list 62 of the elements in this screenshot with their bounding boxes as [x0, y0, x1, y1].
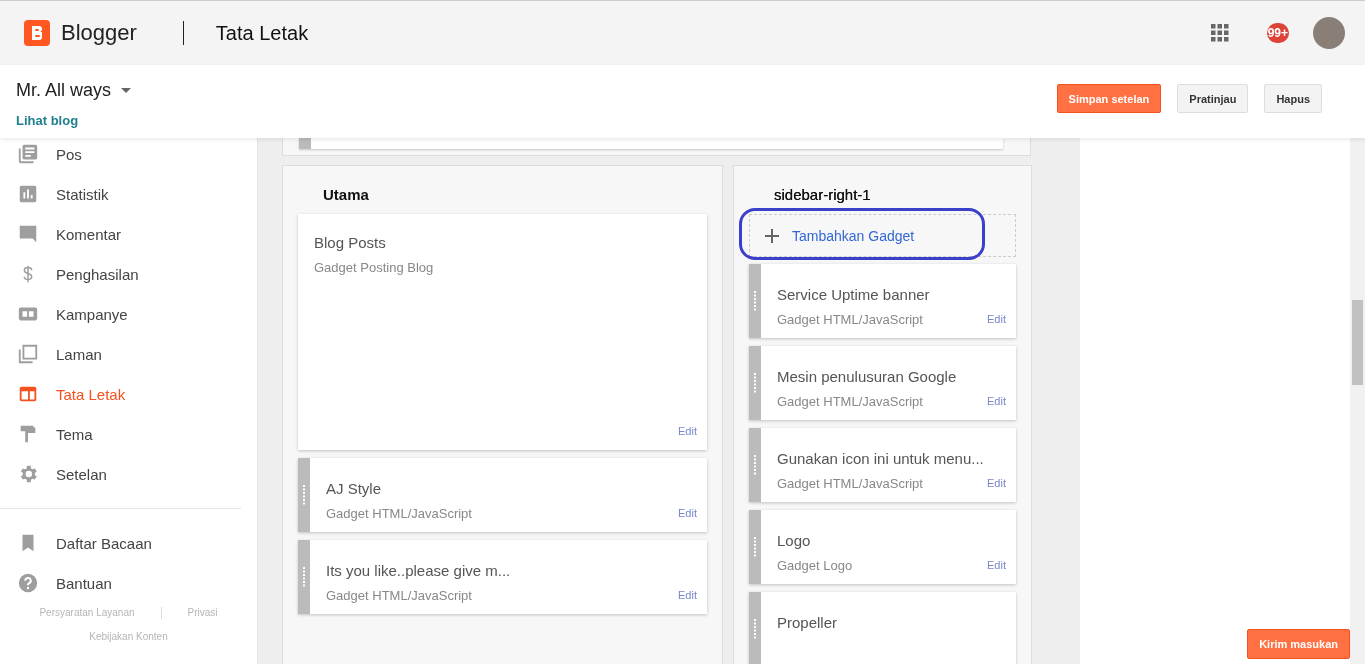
gadget-type: Gadget HTML/JavaScript: [326, 588, 472, 603]
drag-handle[interactable]: [298, 540, 310, 614]
view-blog-link[interactable]: Lihat blog: [16, 113, 132, 128]
blog-name[interactable]: Mr. All ways: [16, 80, 112, 101]
gadget-type: Gadget Logo: [777, 558, 853, 573]
gadget-title: Its you like..please give m...: [326, 562, 512, 579]
action-button[interactable]: Simpan setelan: [1056, 84, 1162, 113]
gadget-type: Gadget Posting Blog: [314, 260, 434, 275]
stats-icon: [17, 183, 39, 205]
gadget-type: Gadget HTML/JavaScript: [777, 312, 923, 327]
notification-badge[interactable]: 99+: [1266, 23, 1289, 43]
gadget-type: Gadget HTML/JavaScript: [777, 394, 923, 409]
drag-handle[interactable]: [749, 264, 761, 338]
section-title: sidebar-right-1: [774, 186, 872, 205]
nav-item[interactable]: Penghasilan: [0, 254, 257, 294]
plus-icon: [764, 227, 780, 244]
gadget-title: Service Uptime banner: [777, 286, 931, 303]
gadget-title: Gunakan icon ini untuk menu...: [777, 450, 985, 467]
section-title: Utama: [323, 186, 370, 205]
drag-handle[interactable]: [749, 592, 761, 664]
gadget-title: AJ Style: [326, 480, 383, 497]
page-title: Tata Letak: [215, 21, 309, 45]
avatar[interactable]: [1313, 17, 1345, 49]
edit-link[interactable]: Edit: [987, 559, 1006, 571]
nav-item[interactable]: Kampanye: [0, 294, 257, 334]
app-name: Blogger: [61, 20, 137, 46]
nav-item[interactable]: Daftar Bacaan: [0, 523, 257, 563]
add-gadget-button[interactable]: Tambahkan Gadget: [749, 214, 1016, 257]
edit-link[interactable]: Edit: [987, 395, 1006, 407]
gadget-title: Mesin penulusuran Google: [777, 368, 958, 385]
gadget-title: Propeller: [777, 614, 839, 631]
gadget-type: Gadget HTML/JavaScript: [326, 506, 472, 521]
nav-item[interactable]: Tata Letak: [0, 374, 257, 414]
drag-handle[interactable]: [749, 428, 761, 502]
edit-link[interactable]: Edit: [987, 477, 1006, 489]
edit-link[interactable]: Edit: [678, 425, 697, 437]
edit-link[interactable]: Edit: [678, 507, 697, 519]
posts-icon: [17, 143, 39, 165]
scrollbar[interactable]: [1350, 138, 1365, 664]
nav-item[interactable]: Statistik: [0, 174, 257, 214]
nav-item[interactable]: Bantuan: [0, 563, 257, 603]
drag-handle[interactable]: [749, 510, 761, 584]
pages-icon: [17, 343, 39, 365]
blogger-logo-icon[interactable]: [24, 20, 50, 46]
nav-item[interactable]: Setelan: [0, 454, 257, 494]
nav-item[interactable]: Laman: [0, 334, 257, 374]
feedback-button[interactable]: Kirim masukan: [1247, 629, 1350, 659]
action-button[interactable]: Pratinjau: [1177, 84, 1249, 113]
drag-handle[interactable]: [298, 458, 310, 532]
nav-item[interactable]: Komentar: [0, 214, 257, 254]
nav-item[interactable]: Pos: [0, 134, 257, 174]
nav-item[interactable]: Tema: [0, 414, 257, 454]
action-button[interactable]: Hapus: [1264, 84, 1322, 113]
gadget-title: Blog Posts: [314, 234, 387, 251]
apps-grid-icon[interactable]: [1210, 24, 1229, 42]
drag-handle[interactable]: [749, 346, 761, 420]
edit-link[interactable]: Edit: [987, 313, 1006, 325]
dropdown-caret-icon[interactable]: [121, 87, 132, 94]
help-icon: [17, 572, 39, 594]
edit-link[interactable]: Edit: [678, 589, 697, 601]
gadget-type: Gadget HTML/JavaScript: [777, 476, 923, 491]
gadget-title: Logo: [777, 532, 812, 549]
